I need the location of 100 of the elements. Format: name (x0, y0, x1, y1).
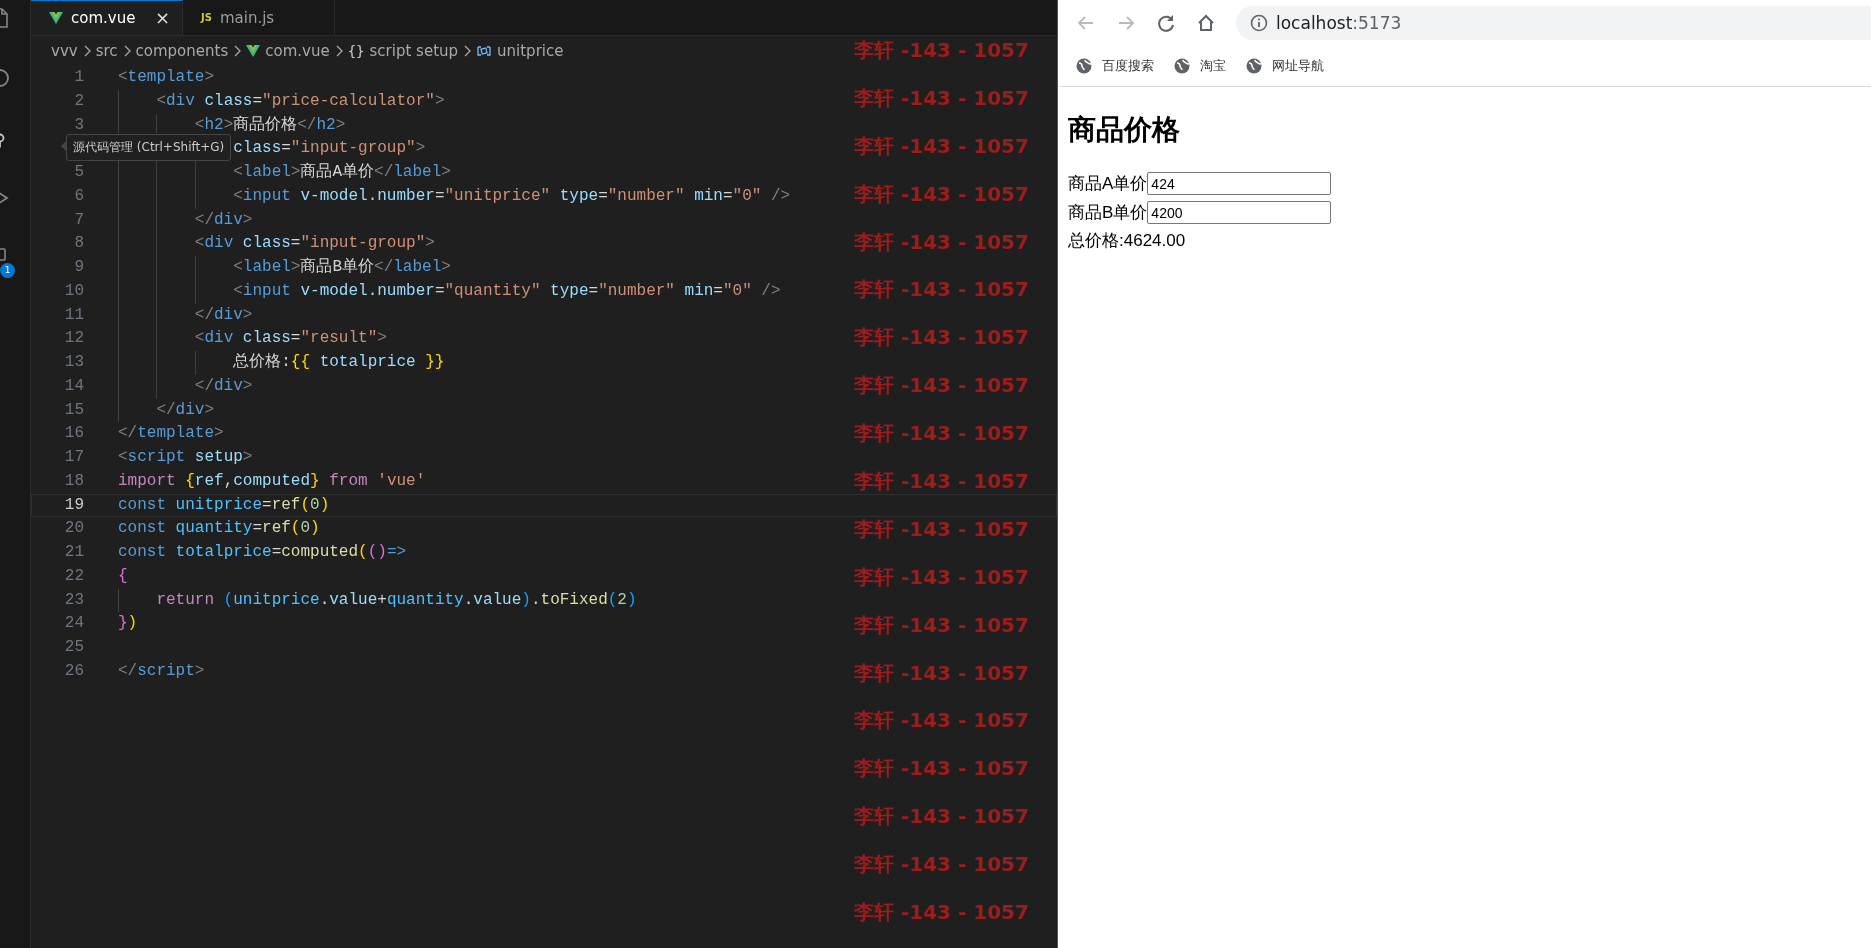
bookmark-link[interactable]: 网址导航 (1272, 57, 1324, 75)
number-field[interactable]: 424 (1147, 172, 1332, 195)
close-icon[interactable]: × (154, 9, 170, 27)
code-line: </div> (156, 399, 215, 421)
code-line: }) (118, 613, 138, 635)
globe-icon (1076, 58, 1092, 74)
overlay-label: 李轩 -143 - 1057 (854, 37, 1029, 64)
code-line: </script> (118, 660, 205, 682)
overlay-label: 李轩 -143 - 1057 (854, 468, 1029, 495)
line-number: 8 (73, 233, 85, 255)
url-text: localhost:5173 (1276, 13, 1402, 33)
line-number: 1 (73, 67, 85, 88)
code-line: <label>商品B单价</label> (233, 256, 451, 278)
vue-icon (49, 12, 63, 24)
notification-badge: 1 (0, 263, 15, 278)
tooltip: 源代码管理 (Ctrl+Shift+G) (66, 134, 232, 161)
globe-icon (1246, 58, 1262, 74)
braces-icon: {} (347, 43, 365, 59)
info-icon[interactable] (1250, 14, 1268, 32)
breadcrumb-item[interactable]: com.vue (265, 42, 330, 60)
code-line: <div class="input-group"> (194, 233, 435, 255)
chevron-icon (463, 45, 472, 57)
line-number: 25 (63, 637, 85, 658)
number-field[interactable]: 4200 (1147, 201, 1332, 224)
vue-icon (246, 45, 261, 57)
line-number: 23 (63, 589, 85, 611)
line-number: 20 (63, 518, 85, 540)
page-heading: 商品价格 (1068, 113, 1181, 147)
line-number: 3 (73, 114, 85, 136)
line-number: 12 (63, 328, 85, 350)
editor-tab[interactable]: com.vue × (31, 0, 183, 35)
code-line: const quantity=ref(0) (118, 518, 320, 540)
line-number: 18 (63, 470, 85, 492)
code-line: class="input-group"> (233, 138, 426, 160)
overlay-label: 李轩 -143 - 1057 (854, 132, 1029, 160)
field-label: 商品B单价 (1068, 202, 1148, 224)
overlay-label: 李轩 -143 - 1057 (854, 707, 1029, 735)
code-line: </template> (118, 423, 224, 445)
line-number: 11 (63, 304, 85, 326)
line-number: 22 (63, 565, 85, 587)
chevron-icon (82, 45, 91, 57)
overlay-label: 李轩 -143 - 1057 (854, 324, 1029, 352)
overlay-label: 李轩 -143 - 1057 (854, 228, 1029, 256)
code-line: </div> (194, 375, 253, 397)
code-line: const unitprice=ref(0) (118, 494, 330, 516)
chevron-icon (122, 45, 131, 57)
code-line: const totalprice=computed(()=> (118, 542, 407, 563)
overlay-label: 李轩 -143 - 1057 (854, 84, 1029, 112)
line-number: 26 (63, 660, 85, 682)
globe-icon (1174, 58, 1190, 74)
line-number: 19 (63, 494, 85, 516)
bookmark-link[interactable]: 淘宝 (1200, 57, 1226, 75)
breadcrumb-item[interactable]: unitprice (497, 42, 564, 60)
code-line: <div class="result"> (194, 328, 387, 350)
breadcrumb-item[interactable]: src (95, 42, 118, 60)
line-number: 5 (73, 162, 85, 183)
code-line: { (118, 565, 128, 587)
line-number: 15 (63, 399, 85, 421)
result-text: 总价格:4624.00 (1068, 230, 1187, 252)
overlay-label: 李轩 -143 - 1057 (854, 372, 1029, 400)
js-file-icon: JS (201, 12, 212, 23)
overlay-label: 李轩 -143 - 1057 (854, 851, 1029, 879)
breadcrumb-item[interactable]: script setup (369, 42, 459, 60)
overlay-label: 李轩 -143 - 1057 (854, 899, 1029, 927)
overlay-label: 李轩 -143 - 1057 (854, 180, 1029, 208)
code-line: </div> (194, 304, 253, 326)
code-line: <input v-model.number="quantity" type="number" min="0" /> (233, 280, 781, 302)
variable-icon (476, 44, 493, 58)
overlay-label: 李轩 -143 - 1057 (854, 659, 1029, 687)
line-number: 14 (63, 375, 85, 397)
line-number: 16 (63, 423, 85, 445)
code-line: </div> (194, 209, 253, 231)
code-line: <script setup> (118, 447, 253, 468)
code-line: return (unitprice.value+quantity.value).toFixed(2) (156, 589, 637, 611)
overlay-label: 李轩 -143 - 1057 (854, 611, 1029, 639)
overlay-label: 李轩 -143 - 1057 (854, 563, 1029, 591)
address-bar[interactable]: localhost:5173 (1236, 6, 1871, 40)
bookmark-link[interactable]: 百度搜索 (1102, 57, 1154, 75)
line-number: 10 (63, 280, 85, 302)
line-number: 24 (63, 613, 85, 635)
field-label: 商品A单价 (1068, 173, 1148, 195)
code-line: 总价格:{{ totalprice }} (233, 352, 445, 373)
breadcrumb-item[interactable]: components (135, 42, 229, 60)
overlay-label: 李轩 -143 - 1057 (854, 276, 1029, 304)
line-number: 2 (73, 90, 85, 112)
code-line: <template> (118, 67, 215, 88)
code-line: <h2>商品价格</h2> (194, 114, 346, 136)
overlay-label: 李轩 -143 - 1057 (854, 515, 1029, 543)
chevron-icon (233, 45, 242, 57)
line-number: 6 (73, 185, 85, 207)
overlay-label: 李轩 -143 - 1057 (854, 420, 1029, 448)
code-line: <input v-model.number="unitprice" type="number" min="0" /> (233, 185, 791, 207)
line-number: 13 (63, 352, 85, 373)
overlay-label: 李轩 -143 - 1057 (854, 803, 1029, 831)
breadcrumb-item[interactable]: vvv (51, 42, 78, 60)
code-line: <label>商品A单价</label> (233, 161, 451, 183)
code-line: import {ref,computed} from 'vue' (118, 470, 426, 492)
overlay-label: 李轩 -143 - 1057 (854, 755, 1029, 783)
chevron-icon (334, 45, 343, 57)
line-number: 9 (73, 257, 85, 278)
